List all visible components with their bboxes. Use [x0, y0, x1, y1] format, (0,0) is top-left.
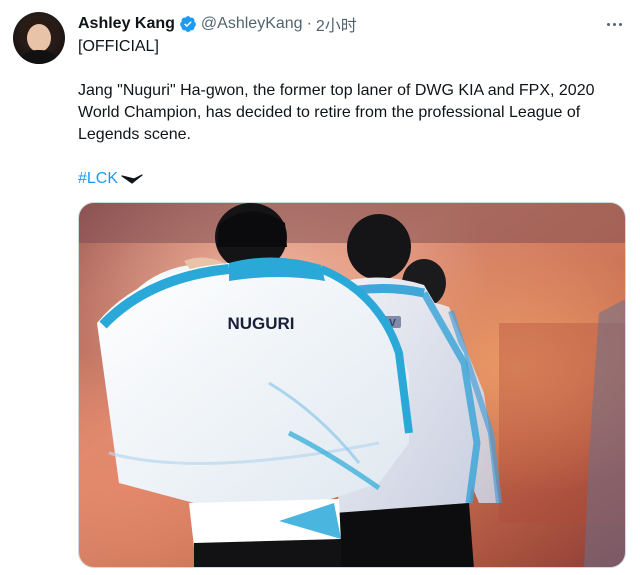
- author-display-name[interactable]: Ashley Kang: [78, 15, 175, 33]
- tweet-header: Ashley Kang @AshleyKang · 2小时: [78, 12, 357, 36]
- hashtag-link[interactable]: #LCK: [78, 170, 118, 188]
- hashtag-row: #LCK: [78, 169, 143, 189]
- tweet: Ashley Kang @AshleyKang · 2小时 [OFFICIAL]…: [0, 0, 640, 575]
- tweet-tag-line: [OFFICIAL]: [78, 38, 159, 55]
- author-handle[interactable]: @AshleyKang: [201, 15, 303, 33]
- arrow-icon: [121, 174, 143, 184]
- tweet-photo[interactable]: NOV NUGURI: [78, 202, 626, 568]
- tweet-text: Jang "Nuguri" Ha-gwon, the former top la…: [78, 82, 595, 143]
- jacket-name-text: NUGURI: [227, 314, 294, 333]
- more-icon[interactable]: [602, 12, 626, 36]
- photo-scene: NOV NUGURI: [79, 203, 625, 567]
- tweet-timestamp[interactable]: 2小时: [316, 12, 357, 36]
- verified-badge-icon: [180, 16, 196, 32]
- separator-dot: ·: [306, 15, 312, 32]
- avatar[interactable]: [13, 12, 65, 64]
